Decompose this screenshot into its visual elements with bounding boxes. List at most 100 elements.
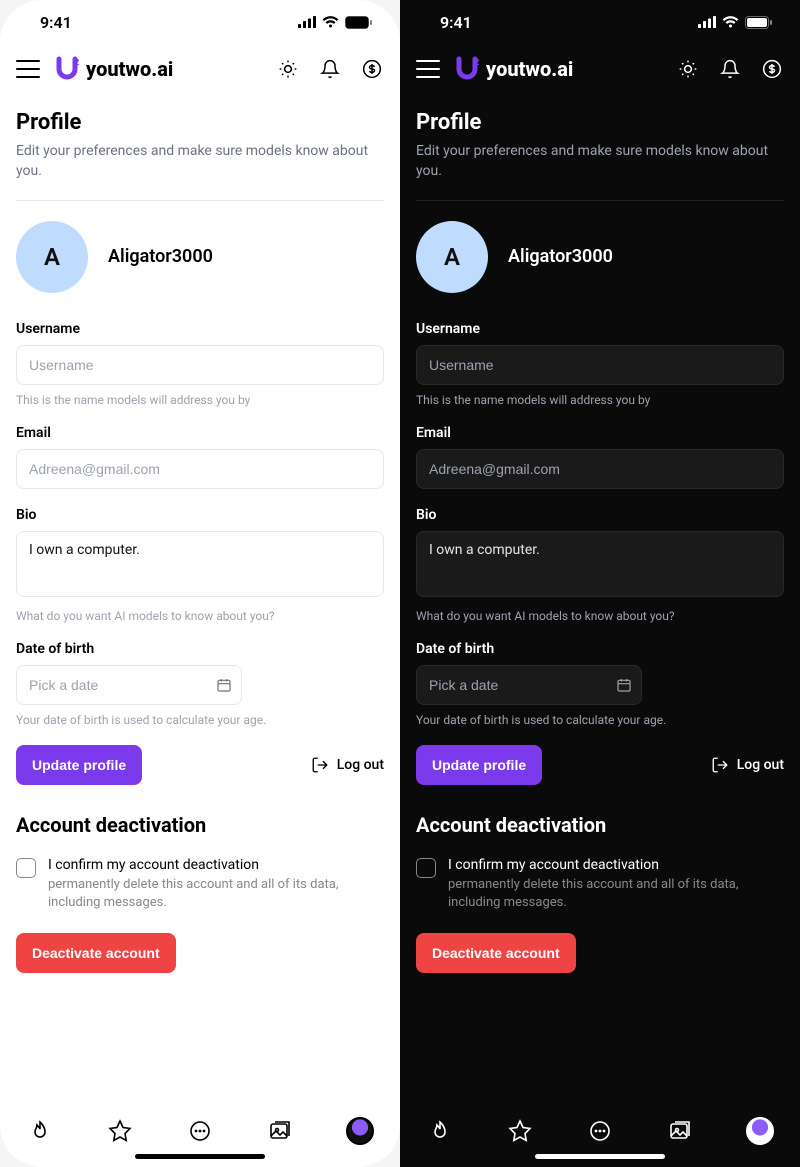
divider <box>16 200 384 201</box>
top-bar: 2 youtwo.ai <box>0 44 400 94</box>
tab-fire[interactable] <box>26 1117 54 1145</box>
content: Profile Edit your preferences and make s… <box>0 94 400 1103</box>
wifi-icon <box>322 16 339 28</box>
fire-icon <box>428 1119 452 1143</box>
deactivation-confirm-label: I confirm my account deactivation <box>48 857 384 873</box>
logout-button[interactable]: Log out <box>711 756 784 774</box>
email-input[interactable] <box>16 449 384 489</box>
tab-star[interactable] <box>506 1117 534 1145</box>
bio-label: Bio <box>416 507 784 523</box>
display-name: Aligator3000 <box>108 246 213 267</box>
svg-text:2: 2 <box>474 58 479 68</box>
dob-input[interactable] <box>16 665 242 705</box>
tab-profile[interactable] <box>346 1117 374 1145</box>
deactivate-account-button[interactable]: Deactivate account <box>416 933 576 973</box>
username-label: Username <box>16 321 384 337</box>
page-title: Profile <box>16 110 384 135</box>
tab-chat[interactable] <box>586 1117 614 1145</box>
top-bar: 2 youtwo.ai <box>400 44 800 94</box>
fire-icon <box>28 1119 52 1143</box>
deactivation-title: Account deactivation <box>416 813 784 837</box>
status-time: 9:41 <box>40 13 72 32</box>
dollar-circle-icon <box>362 59 382 79</box>
brand-logo[interactable]: 2 youtwo.ai <box>56 56 173 82</box>
notifications-button[interactable] <box>318 57 342 81</box>
menu-button[interactable] <box>16 60 40 78</box>
gallery-icon <box>268 1119 292 1143</box>
battery-icon <box>745 16 772 29</box>
tab-fire[interactable] <box>426 1117 454 1145</box>
tab-gallery[interactable] <box>266 1117 294 1145</box>
brand-mark-icon: 2 <box>56 56 82 82</box>
menu-button[interactable] <box>416 60 440 78</box>
update-profile-button[interactable]: Update profile <box>416 745 542 785</box>
username-input[interactable] <box>416 345 784 385</box>
dob-label: Date of birth <box>416 641 784 657</box>
bio-input[interactable] <box>416 531 784 597</box>
battery-icon <box>345 16 372 29</box>
bio-field: Bio What do you want AI models to know a… <box>416 507 784 623</box>
logout-icon <box>311 756 329 774</box>
bio-hint: What do you want AI models to know about… <box>416 609 784 623</box>
email-label: Email <box>16 425 384 441</box>
email-input[interactable] <box>416 449 784 489</box>
user-header: A Aligator3000 <box>416 221 784 293</box>
bio-input[interactable] <box>16 531 384 597</box>
dob-field: Date of birth Your date of birth is used… <box>416 641 784 727</box>
tab-chat[interactable] <box>186 1117 214 1145</box>
bio-field: Bio What do you want AI models to know a… <box>16 507 384 623</box>
deactivation-checkbox[interactable] <box>16 858 36 878</box>
avatar[interactable]: A <box>416 221 488 293</box>
logout-label: Log out <box>337 757 384 773</box>
username-input[interactable] <box>16 345 384 385</box>
home-indicator <box>535 1154 665 1159</box>
dob-input[interactable] <box>416 665 642 705</box>
gallery-icon <box>668 1119 692 1143</box>
home-indicator <box>135 1154 265 1159</box>
update-profile-button[interactable]: Update profile <box>16 745 142 785</box>
cellular-icon <box>698 16 716 28</box>
username-field: Username This is the name models will ad… <box>16 321 384 407</box>
bell-icon <box>720 59 740 79</box>
username-field: Username This is the name models will ad… <box>416 321 784 407</box>
theme-toggle-button[interactable] <box>276 57 300 81</box>
theme-toggle-button[interactable] <box>676 57 700 81</box>
calendar-icon[interactable] <box>216 677 232 693</box>
deactivate-account-button[interactable]: Deactivate account <box>16 933 176 973</box>
tab-star[interactable] <box>106 1117 134 1145</box>
billing-button[interactable] <box>760 57 784 81</box>
svg-text:2: 2 <box>74 58 79 68</box>
calendar-icon[interactable] <box>616 677 632 693</box>
status-bar: 9:41 <box>0 0 400 44</box>
logout-button[interactable]: Log out <box>311 756 384 774</box>
avatar-small-icon <box>346 1117 374 1145</box>
content: Profile Edit your preferences and make s… <box>400 94 800 1103</box>
avatar[interactable]: A <box>16 221 88 293</box>
sun-icon <box>278 59 298 79</box>
screen-light: 9:41 2 youtwo.ai Profile <box>0 0 400 1167</box>
bell-icon <box>320 59 340 79</box>
dob-hint: Your date of birth is used to calculate … <box>416 713 784 727</box>
sun-icon <box>678 59 698 79</box>
deactivation-confirm-row: I confirm my account deactivation perman… <box>16 857 384 914</box>
brand-mark-icon: 2 <box>456 56 482 82</box>
username-label: Username <box>416 321 784 337</box>
deactivation-confirm-label: I confirm my account deactivation <box>448 857 784 873</box>
actions-row: Update profile Log out <box>416 745 784 785</box>
deactivation-checkbox[interactable] <box>416 858 436 878</box>
username-hint: This is the name models will address you… <box>416 393 784 407</box>
billing-button[interactable] <box>360 57 384 81</box>
tab-profile[interactable] <box>746 1117 774 1145</box>
deactivation-confirm-sub: permanently delete this account and all … <box>448 876 784 914</box>
user-header: A Aligator3000 <box>16 221 384 293</box>
avatar-small-icon <box>746 1117 774 1145</box>
notifications-button[interactable] <box>718 57 742 81</box>
email-label: Email <box>416 425 784 441</box>
status-time: 9:41 <box>440 13 472 32</box>
brand-logo[interactable]: 2 youtwo.ai <box>456 56 573 82</box>
page-title: Profile <box>416 110 784 135</box>
dollar-circle-icon <box>762 59 782 79</box>
tab-gallery[interactable] <box>666 1117 694 1145</box>
chat-icon <box>588 1119 612 1143</box>
email-field: Email <box>16 425 384 489</box>
